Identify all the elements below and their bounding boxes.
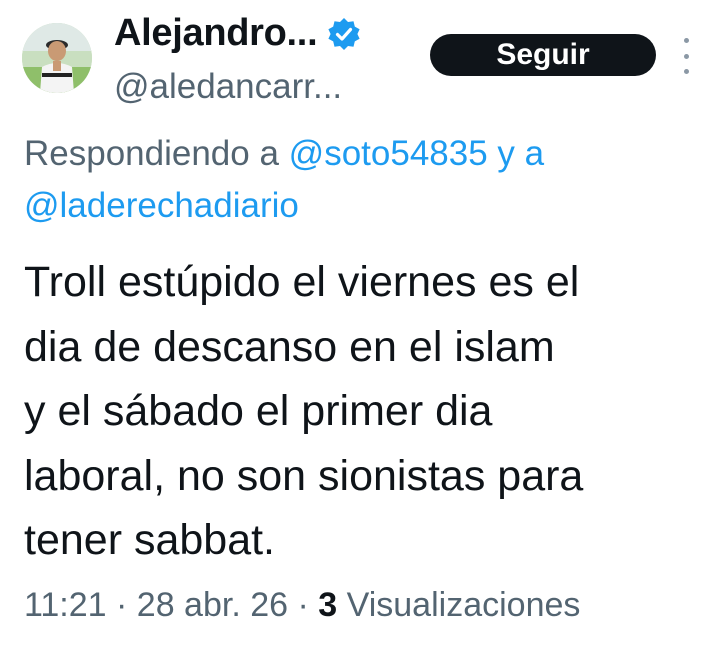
meta-separator: · [116, 586, 128, 624]
meta-separator: · [297, 586, 309, 624]
reply-context: Respondiendo a @soto54835 y a @laderecha… [24, 128, 704, 232]
more-dot [683, 53, 689, 59]
follow-button[interactable]: Seguir [430, 34, 656, 76]
tweet-text-line: y el sábado el primer dia [24, 387, 493, 435]
views-count[interactable]: 3 [318, 586, 337, 624]
tweet-text-line: dia de descanso en el islam [24, 322, 555, 371]
mention-link-2[interactable]: @laderechadiario [24, 186, 299, 225]
tweet-meta: 11:21 · 28 abr. 26 · 3 Visualizaciones [24, 586, 580, 625]
more-dot [683, 38, 689, 43]
tweet-date[interactable]: 28 abr. 26 [137, 586, 288, 624]
tweet-text-line: laboral, no son sionistas para [24, 451, 584, 500]
author-display-name[interactable]: Alejandro... [114, 12, 318, 55]
tweet-text-line: Troll estúpido el viernes es el [24, 258, 580, 306]
mention-link-1[interactable]: @soto54835 [289, 134, 488, 173]
tweet-text-line: tener sabbat. [24, 516, 276, 564]
reply-prefix: Respondiendo a [24, 134, 279, 173]
tweet-header: Alejandro... @aledancarr... Seguir [0, 0, 720, 120]
avatar-photo [22, 23, 92, 93]
more-vertical-icon[interactable] [676, 38, 696, 74]
tweet-time[interactable]: 11:21 [24, 586, 107, 624]
reply-conjunction: y a [497, 134, 545, 173]
more-dot [683, 69, 689, 74]
author-name-row: Alejandro... [114, 12, 361, 55]
tweet-text: Troll estúpido el viernes es el dia de d… [24, 250, 714, 573]
avatar[interactable] [22, 23, 92, 93]
views-label[interactable]: Visualizaciones [347, 586, 581, 624]
author-handle[interactable]: @aledancarr... [114, 67, 342, 107]
verified-badge-icon [327, 17, 361, 51]
